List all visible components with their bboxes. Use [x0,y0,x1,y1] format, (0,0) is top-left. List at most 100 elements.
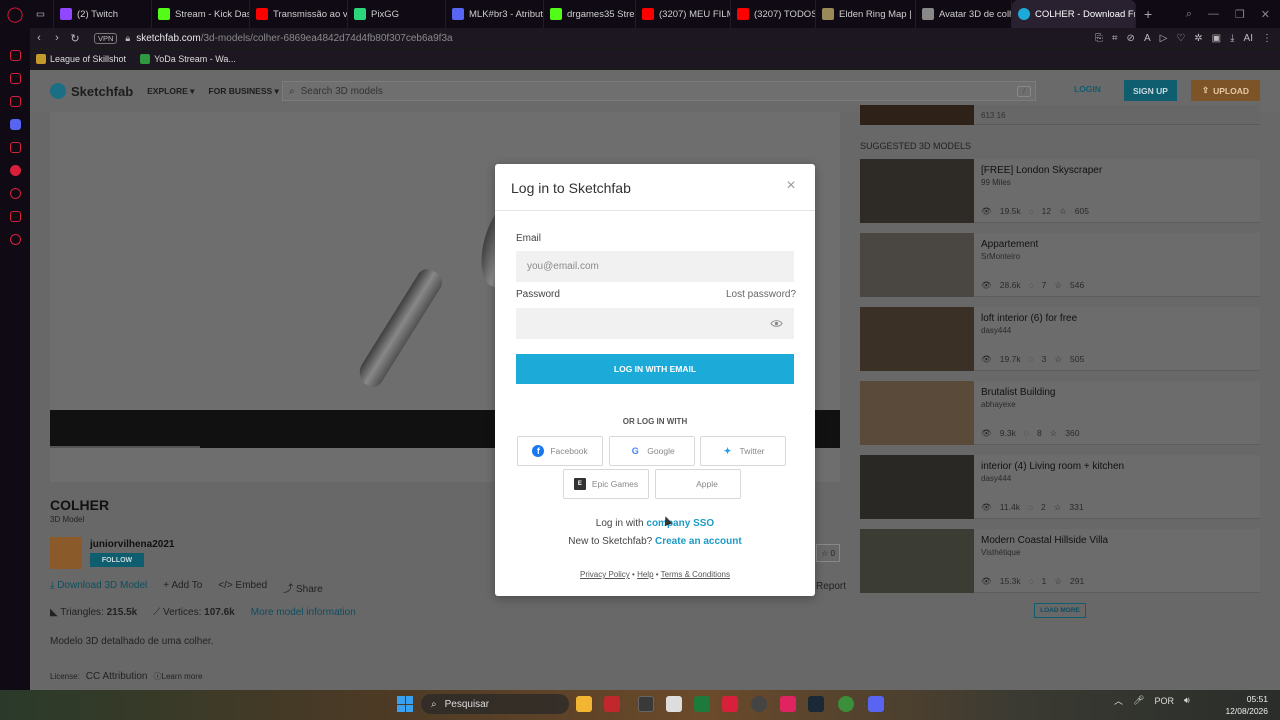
instagram-icon[interactable] [9,96,21,107]
lost-password-link[interactable]: Lost password? [726,289,796,300]
email-field[interactable] [516,251,794,282]
embed-button[interactable]: </> Embed [218,580,267,595]
suggested-model-title[interactable]: Brutalist Building [981,387,1055,398]
suggested-model-author[interactable]: abhayexe [981,400,1016,409]
like-button[interactable]: ☆ 0 [816,544,840,562]
extensions-icon[interactable]: ✲ [1194,33,1202,44]
reload-icon[interactable]: ↻ [66,32,84,45]
forward-icon[interactable]: › [48,32,66,44]
windows-start-icon[interactable] [397,696,413,712]
chrome-taskbar-icon[interactable] [838,696,854,712]
suggested-model-card[interactable]: Modern Coastal Hillside Villa Visthétiqu… [860,529,1260,593]
suggested-model-card[interactable]: loft interior (6) for free dasy444 👁︎ 19.… [860,307,1260,371]
report-link[interactable]: Report [816,581,846,592]
language-indicator[interactable]: POR [1154,696,1174,706]
nav-for-business[interactable]: FOR BUSINESS ▾ [208,86,278,97]
bookmark-icon[interactable]: ⎘ [1095,33,1103,44]
back-icon[interactable]: ‹ [30,32,48,44]
suggested-model-card[interactable]: interior (4) Living room + kitchen dasy4… [860,455,1260,519]
tab-youtube-live[interactable]: Transmissão ao viv [250,0,348,28]
learn-more-link[interactable]: ⓘLearn more [154,671,203,682]
bookmark-yoda[interactable]: YoDa Stream - Wa... [140,54,236,64]
bookmark-league[interactable]: League of Skillshot [36,54,126,64]
upload-button[interactable]: ⇪ UPLOAD [1191,80,1260,101]
tab-avatar[interactable]: Avatar 3D de colhe [916,0,1012,28]
maximize-icon[interactable]: ❐ [1235,8,1245,21]
opera-logo-icon[interactable]: ◯ [0,0,30,28]
flow-icon[interactable] [9,142,21,153]
lock-icon[interactable]: 🔒︎ [125,33,130,44]
suggested-model-author[interactable]: Visthétique [981,548,1020,557]
tab-kick-dash[interactable]: Stream - Kick Dash [152,0,250,28]
tab-overview-icon[interactable]: ▭ [30,0,54,28]
discord-taskbar-icon[interactable] [868,696,884,712]
apple-login-button[interactable]: Apple [655,469,741,499]
tab-pixgg[interactable]: PixGG [348,0,446,28]
suggested-model-author[interactable]: 99 Miles [981,178,1011,187]
url-path[interactable]: /3d-models/colher-6869ea4842d74d4fb80f30… [201,33,453,44]
tiktok-taskbar-icon[interactable] [780,696,796,712]
block-icon[interactable]: ⊘ [1127,33,1135,44]
opera-gx-taskbar-icon[interactable] [604,696,620,712]
tab-elden-ring[interactable]: Elden Ring Map | M [816,0,916,28]
google-login-button[interactable]: G Google [609,436,695,466]
login-with-email-button[interactable]: LOG IN WITH EMAIL [516,354,794,384]
share-button[interactable]: ⤴ Share [283,580,322,595]
cast-icon[interactable]: ▷ [1160,33,1168,44]
tab-drgames[interactable]: drgames35 Stream [544,0,636,28]
heart-icon[interactable]: ♡ [1176,33,1185,44]
file-explorer-icon[interactable] [576,696,592,712]
terms-link[interactable]: Terms & Conditions [661,570,730,579]
taskbar-search[interactable]: ⌕ Pesquisar [421,694,569,714]
menu-icon[interactable]: ⋮ [1262,33,1272,44]
suggested-model-title[interactable]: loft interior (6) for free [981,313,1077,324]
close-window-icon[interactable]: ✕ [1261,8,1270,21]
facebook-login-button[interactable]: f Facebook [517,436,603,466]
suggested-model-card[interactable]: Brutalist Building abhayexe 👁︎ 9.3k ◌ 8 ☆ 360 [860,381,1260,445]
signup-button[interactable]: SIGN UP [1124,80,1177,101]
opera-taskbar-icon[interactable] [722,696,738,712]
chevron-up-icon[interactable]: ︿ [1114,694,1123,707]
wallet-icon[interactable]: ▣ [1212,33,1221,44]
password-field[interactable] [516,308,794,339]
author-name[interactable]: juniorvilhena2021 [90,539,174,550]
more-model-info-link[interactable]: More model information [251,607,356,618]
suggested-model-card[interactable]: [FREE] London Skyscraper 99 Miles 👁︎ 19.5… [860,159,1260,223]
microphone-icon[interactable]: 🎤︎ [1133,695,1144,706]
volume-icon[interactable]: 🔊︎ [1184,695,1190,706]
search-input[interactable]: ⌕ Search 3D models / [282,81,1036,101]
new-tab-button[interactable]: + [1136,6,1160,22]
suggested-model-title[interactable]: interior (4) Living room + kitchen [981,461,1124,472]
taskbar-clock[interactable]: 05:51 12/08/2026 [1224,693,1268,717]
tab-youtube-todos[interactable]: (3207) TODOS OS [731,0,816,28]
vpn-badge[interactable]: VPN [94,32,118,44]
load-more-button[interactable]: LOAD MORE [1034,603,1086,618]
search-tabs-icon[interactable]: ⌕ [1186,8,1192,21]
add-to-button[interactable]: + Add To [163,580,202,595]
privacy-policy-link[interactable]: Privacy Policy [580,570,630,579]
nav-explore[interactable]: EXPLORE ▾ [147,86,194,97]
teams-icon[interactable] [9,119,21,130]
tab-youtube-filme[interactable]: (3207) MEU FILME [636,0,731,28]
rockstar-taskbar-icon[interactable] [751,696,767,712]
help-link[interactable]: Help [637,570,653,579]
tab-sketchfab-colher[interactable]: COLHER - Download Free [1012,0,1136,28]
app-taskbar-icon[interactable] [638,696,654,712]
messenger-icon[interactable] [9,73,21,84]
suggested-model-author[interactable]: SrMonteiro [981,252,1020,261]
steam-taskbar-icon[interactable] [808,696,824,712]
suggested-model-card[interactable]: Appartement SrMonteiro 👁︎ 28.6k ◌ 7 ☆ 546 [860,233,1260,297]
close-icon[interactable]: × [784,178,798,194]
suggested-model-title[interactable]: Modern Coastal Hillside Villa [981,535,1108,546]
translate-icon[interactable]: A [1144,33,1151,44]
epic-games-login-button[interactable]: E Epic Games [563,469,649,499]
download-model-button[interactable]: ⤓ Download 3D Model [50,580,147,595]
show-password-icon[interactable] [770,319,783,328]
history-icon[interactable] [9,188,21,199]
follow-button[interactable]: FOLLOW [90,553,144,567]
suggested-model-author[interactable]: dasy444 [981,326,1011,335]
twitter-login-button[interactable]: ✦ Twitter [700,436,786,466]
ai-icon[interactable]: AI [1244,33,1253,44]
sketchfab-logo[interactable]: Sketchfab [50,83,133,99]
suggested-model-title[interactable]: Appartement [981,239,1038,250]
